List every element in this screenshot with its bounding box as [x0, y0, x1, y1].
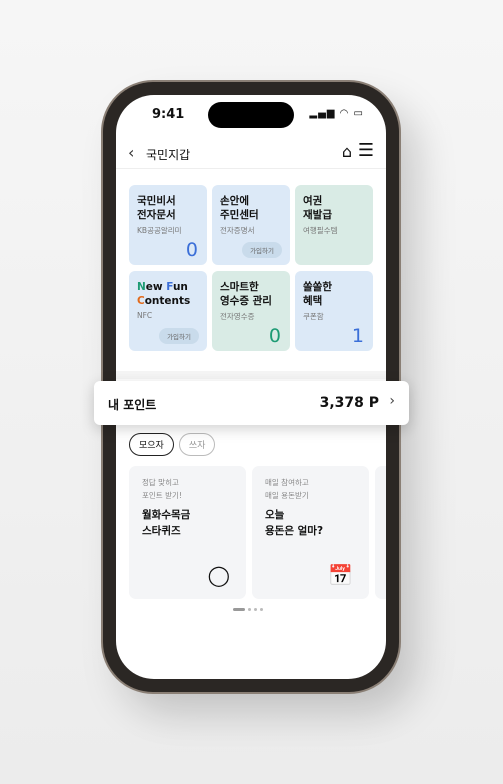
dynamic-island	[208, 102, 294, 128]
tile-sub: 여행필수템	[303, 226, 338, 235]
join-button[interactable]: 가입하기	[242, 242, 282, 258]
chip-group: 모으자 쓰자	[129, 433, 216, 456]
card-sub: 매일 참여하고 매일 용돈받기	[265, 478, 309, 500]
status-time: 9:41	[152, 107, 185, 122]
card-carousel: 정답 맞히고 포인트 받기! 월화수목금 스타퀴즈 ◯ 매일 참여하고 매일 용돈받…	[129, 466, 386, 599]
tile-receipt[interactable]: 스마트한 영수증 관리전자영수증 0	[212, 271, 290, 351]
title-part: N	[137, 281, 146, 293]
tile-title: 국민비서 전자문서	[137, 195, 176, 221]
dot[interactable]	[254, 608, 257, 611]
page-title: 국민지갑	[146, 148, 191, 162]
tile-title: 스마트한 영수증 관리	[220, 281, 272, 307]
title-part: ew	[145, 281, 167, 293]
calendar-icon: 📅	[328, 563, 353, 587]
tile-title: 여권 재발급	[303, 195, 332, 221]
tile-nfc[interactable]: New Fun Contents NFC 가입하기	[129, 271, 207, 351]
my-points-bar[interactable]: 내 포인트 3,378 P ›	[94, 381, 409, 425]
title-part: un	[172, 281, 188, 293]
nav-bar: ‹ 국민지갑 ⌂ ☰	[116, 139, 386, 169]
tile-sub: KB공공알리미	[137, 226, 182, 235]
card-title: 월화수목금 스타퀴즈	[142, 509, 191, 537]
tile-count: 1	[351, 325, 364, 347]
dot[interactable]	[260, 608, 263, 611]
tile-sub: NFC	[137, 311, 153, 320]
divider	[116, 371, 386, 379]
service-grid: 국민비서 전자문서 KB공공알리미 0 손안에 주민센터 전자증명서 가입하기 여권 재…	[129, 185, 374, 351]
dot[interactable]	[233, 608, 245, 611]
tile-count: 0	[268, 325, 281, 347]
tile-sub: 전자증명서	[220, 226, 255, 235]
tile-title: 쏠쏠한 혜택	[303, 281, 332, 307]
card-allowance[interactable]: 매일 참여하고 매일 용돈받기오늘 용돈은 얼마? 📅	[252, 466, 369, 599]
title-part: C	[137, 295, 145, 307]
carousel-dots	[233, 608, 263, 611]
card-title: 오늘 용돈은 얼마?	[265, 509, 324, 537]
tile-sub: 쿠폰함	[303, 312, 324, 321]
tile-title: New Fun Contents	[137, 280, 199, 308]
tile-count: 0	[185, 239, 198, 261]
menu-icon[interactable]: ☰	[358, 140, 374, 161]
chip-collect[interactable]: 모으자	[129, 433, 174, 456]
dot[interactable]	[248, 608, 251, 611]
card-sub: 정답 맞히고 포인트 받기!	[142, 478, 182, 500]
tile-passport[interactable]: 여권 재발급여행필수템	[295, 185, 373, 265]
chevron-right-icon: ›	[389, 393, 395, 409]
tile-community-center[interactable]: 손안에 주민센터전자증명서가입하기	[212, 185, 290, 265]
chevron-left-icon[interactable]: ‹	[128, 143, 134, 162]
chip-spend[interactable]: 쓰자	[178, 433, 216, 456]
title-part: ontents	[144, 295, 191, 307]
speech-bubble-icon: ◯	[207, 563, 230, 587]
tile-kb-docs[interactable]: 국민비서 전자문서 KB공공알리미 0	[129, 185, 207, 265]
points-label: 내 포인트	[108, 398, 157, 412]
points-value: 3,378 P	[319, 395, 379, 411]
card-next[interactable]	[375, 466, 386, 599]
tile-coupons[interactable]: 쏠쏠한 혜택쿠폰함 1	[295, 271, 373, 351]
title-part: F	[166, 281, 173, 293]
home-icon[interactable]: ⌂	[342, 142, 352, 161]
tile-sub: 전자영수증	[220, 312, 255, 321]
tile-title: 손안에 주민센터	[220, 195, 259, 221]
join-button[interactable]: 가입하기	[159, 328, 199, 344]
status-icons: ▂▄▆ ◠ ▭	[309, 108, 364, 119]
card-quiz[interactable]: 정답 맞히고 포인트 받기! 월화수목금 스타퀴즈 ◯	[129, 466, 246, 599]
